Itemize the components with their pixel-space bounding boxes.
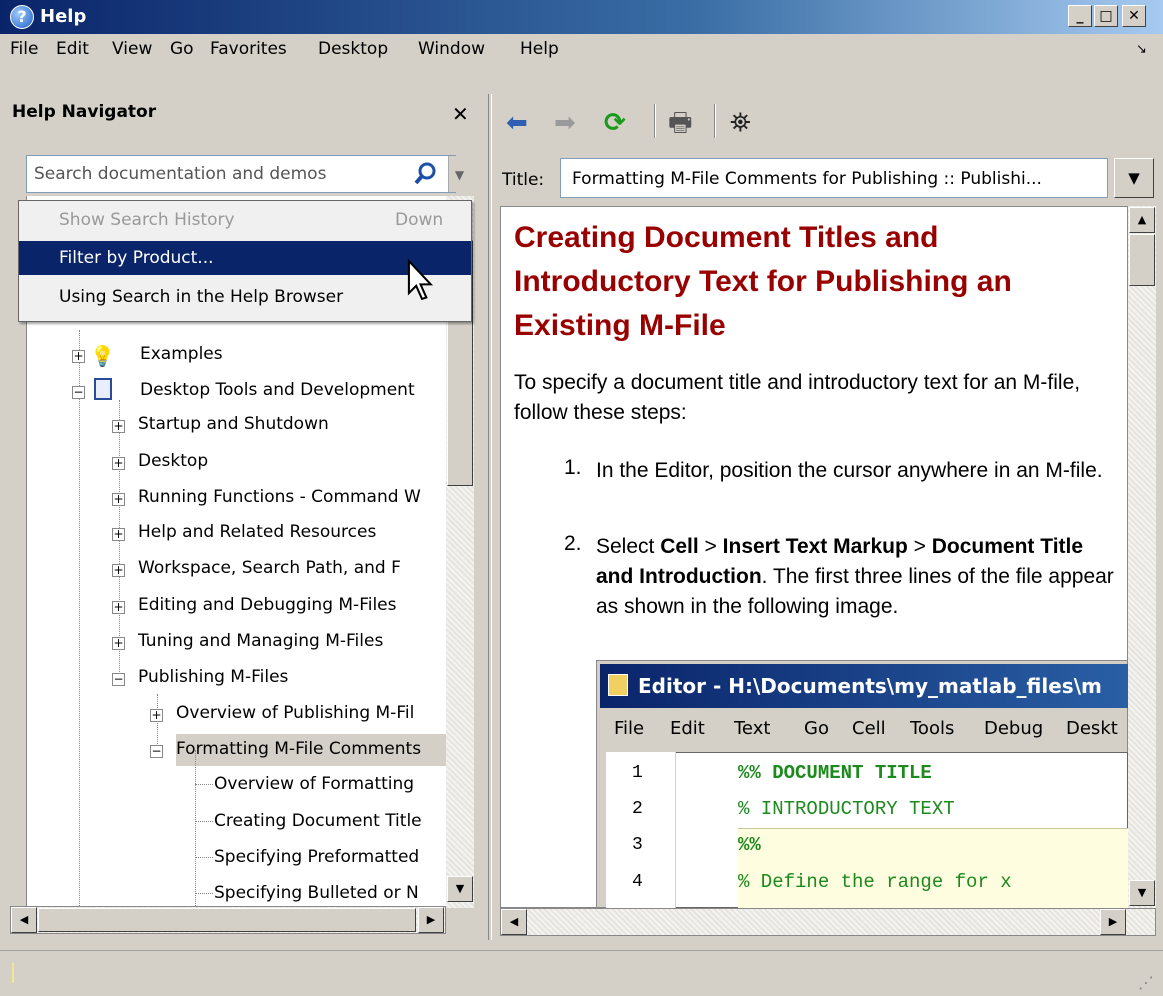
search-options-dropdown-button[interactable]: ▼	[448, 156, 470, 192]
expand-icon[interactable]: +	[112, 528, 125, 541]
tree-item-overview-formatting[interactable]: Overview of Formatting	[214, 774, 414, 794]
menu-go[interactable]: Go	[170, 39, 194, 59]
menu-file[interactable]: File	[10, 39, 38, 59]
menu-bar: File Edit View Go Favorites Desktop Wind…	[0, 34, 1163, 62]
expand-icon[interactable]: +	[150, 709, 163, 722]
expand-icon[interactable]: +	[112, 493, 125, 506]
menu-window[interactable]: Window	[418, 39, 485, 59]
content-scroll-down-button[interactable]: ▼	[1129, 880, 1155, 906]
expand-icon[interactable]: +	[112, 420, 125, 433]
status-bar: ⋰	[0, 950, 1163, 996]
menu-shortcut: Down	[395, 210, 444, 230]
menu-item-using-search[interactable]: Using Search in the Help Browser	[19, 280, 471, 314]
editor-title-bar: Editor - H:\Documents\my_matlab_files\m	[600, 664, 1128, 708]
minimize-button[interactable]: _	[1068, 5, 1092, 27]
lightbulb-icon: 💡	[90, 344, 115, 368]
resize-grip-icon[interactable]: ⋰	[1138, 973, 1154, 992]
menu-help[interactable]: Help	[520, 39, 559, 59]
print-icon[interactable]: 🖶	[668, 110, 693, 136]
window-title-bar[interactable]: ? Help _ □ ✕	[0, 0, 1163, 34]
content-scroll-up-button[interactable]: ▲	[1129, 207, 1155, 233]
undock-arrow-icon[interactable]: ↘	[1136, 42, 1147, 57]
code-line: % INTRODUCTORY TEXT	[738, 798, 955, 820]
tree-horizontal-scroll-thumb[interactable]	[38, 908, 416, 932]
help-navigator-title: Help Navigator	[12, 102, 157, 122]
page-title-dropdown-button[interactable]: ▼	[1114, 158, 1154, 198]
menu-desktop[interactable]: Desktop	[318, 39, 388, 59]
close-navigator-icon[interactable]: ✕	[452, 102, 469, 126]
expand-icon[interactable]: +	[112, 564, 125, 577]
forward-icon[interactable]: ➡	[554, 110, 576, 136]
current-cell-highlight	[738, 828, 1128, 908]
book-icon	[94, 378, 112, 400]
help-navigator-header: Help Navigator	[8, 98, 482, 130]
step-text: Select Cell > Insert Text Markup > Docum…	[596, 535, 1114, 618]
line-number: 2	[632, 799, 643, 819]
code-line: %%	[738, 834, 761, 856]
expand-icon[interactable]: +	[112, 601, 125, 614]
editor-icon	[608, 674, 628, 696]
content-horizontal-scrollbar[interactable]	[500, 908, 1156, 936]
tree-item-preformatted[interactable]: Specifying Preformatted	[214, 847, 419, 867]
tree-item-creating-title[interactable]: Creating Document Title	[214, 811, 422, 831]
help-app-icon: ?	[10, 5, 34, 29]
editor-menu-bar: File Edit Text Go Cell Tools Debug Deskt	[614, 718, 1118, 739]
menu-item-filter-by-product[interactable]: Filter by Product...	[19, 241, 471, 275]
expand-icon[interactable]: +	[112, 637, 125, 650]
page-title-value: Formatting M-File Comments for Publishin…	[572, 169, 1042, 189]
window-title: Help	[40, 6, 87, 27]
search-icon[interactable]	[412, 160, 438, 188]
step-number: 2.	[564, 532, 582, 555]
content-vertical-scroll-thumb[interactable]	[1129, 234, 1155, 286]
mouse-cursor-icon	[407, 258, 434, 301]
code-line: %% DOCUMENT TITLE	[738, 762, 932, 784]
step-number: 1.	[564, 456, 582, 479]
expand-icon[interactable]: +	[112, 457, 125, 470]
refresh-icon[interactable]: ⟳	[604, 110, 626, 136]
search-options-menu: Show Search History Down Filter by Produ…	[18, 200, 472, 322]
find-binoculars-icon[interactable]: ⛯	[730, 110, 751, 136]
menu-edit[interactable]: Edit	[56, 39, 89, 59]
line-number: 4	[632, 872, 643, 892]
menu-view[interactable]: View	[112, 39, 152, 59]
step-text: In the Editor, position the cursor anywh…	[596, 459, 1103, 482]
collapse-icon[interactable]: −	[72, 386, 85, 399]
line-number: 1	[632, 763, 643, 783]
menu-item-show-search-history[interactable]: Show Search History Down	[19, 203, 471, 237]
collapse-icon[interactable]: −	[112, 673, 125, 686]
collapse-icon[interactable]: −	[150, 745, 163, 758]
tree-scroll-down-button[interactable]: ▼	[447, 876, 473, 902]
code-line: % Define the range for x	[738, 871, 1012, 893]
expand-icon[interactable]: +	[72, 350, 85, 363]
close-window-button[interactable]: ✕	[1122, 5, 1146, 27]
content-scroll-right-button[interactable]: ▶	[1100, 909, 1126, 935]
maximize-button[interactable]: □	[1094, 5, 1118, 27]
line-number: 3	[632, 835, 643, 855]
content-scroll-left-button[interactable]: ◀	[501, 909, 527, 935]
menu-favorites[interactable]: Favorites	[210, 39, 287, 59]
back-icon[interactable]: ⬅	[506, 110, 528, 136]
title-label: Title:	[502, 170, 545, 190]
tree-item-bulleted[interactable]: Specifying Bulleted or N	[214, 883, 419, 903]
tree-scroll-right-button[interactable]: ▶	[418, 907, 444, 933]
intro-paragraph: To specify a document title and introduc…	[514, 371, 1081, 424]
search-placeholder: Search documentation and demos	[34, 164, 327, 184]
page-heading: Creating Document Titles and Introductor…	[514, 221, 1012, 342]
tree-scroll-left-button[interactable]: ◀	[11, 907, 37, 933]
content-vertical-scrollbar[interactable]	[1128, 206, 1156, 908]
